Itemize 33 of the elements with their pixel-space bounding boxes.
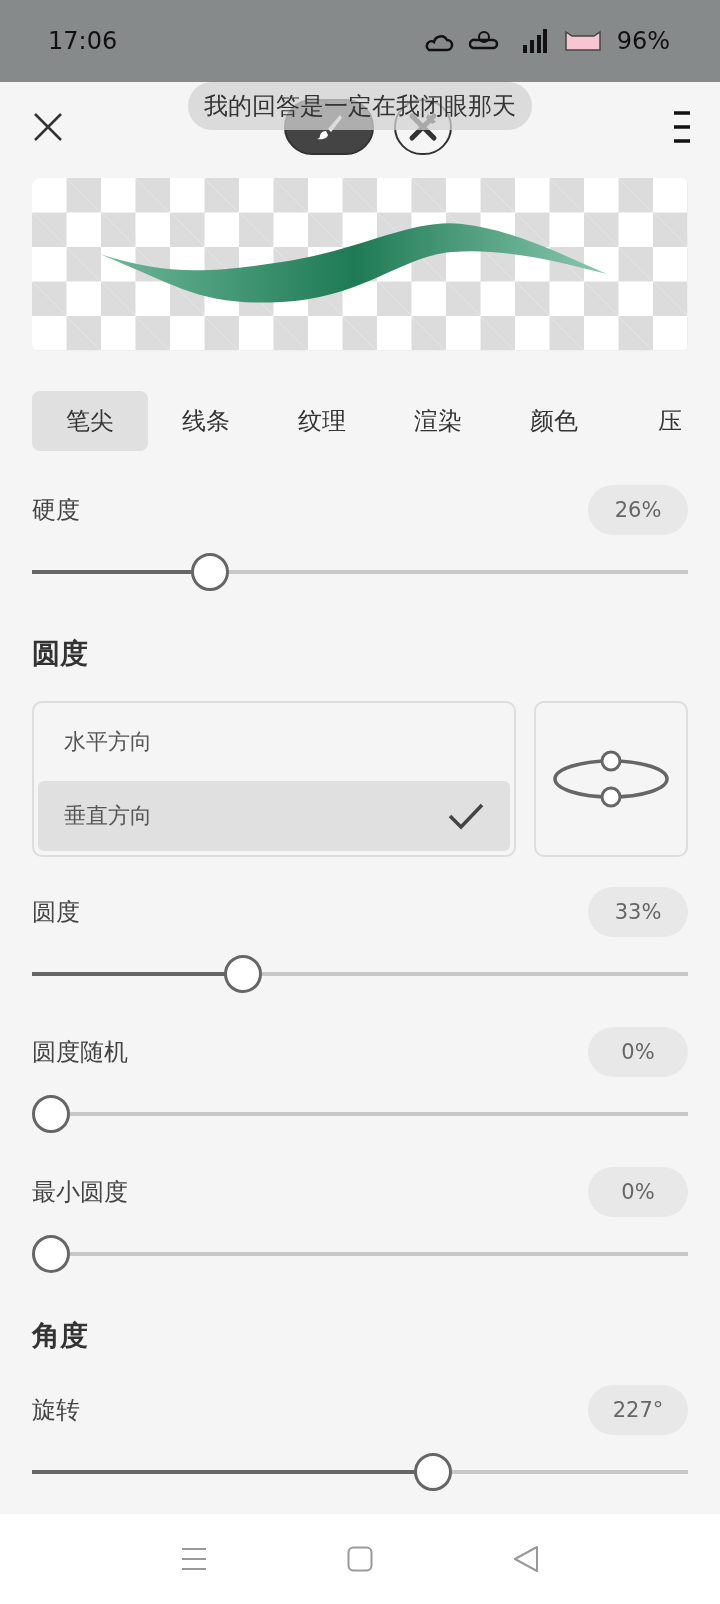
value-readout: 26% (588, 485, 688, 535)
section-heading: 圆度 (32, 636, 89, 672)
slider-thumb[interactable] (191, 553, 230, 591)
back-nav-icon[interactable] (513, 1545, 539, 1573)
settings-tab[interactable]: 颜色 (496, 391, 612, 451)
orientation-option[interactable]: 水平方向 (38, 707, 510, 777)
value-readout: 227° (588, 1385, 688, 1435)
section-heading: 角度 (32, 1318, 89, 1354)
slider-thumb[interactable] (223, 955, 262, 993)
slider-thumb[interactable] (32, 1095, 70, 1133)
slider-thumb[interactable] (414, 1453, 453, 1491)
setting-label: 最小圆度 (32, 1177, 128, 1208)
value-readout: 0% (588, 1027, 688, 1077)
value-readout: 0% (588, 1167, 688, 1217)
settings-tab[interactable]: 笔尖 (32, 391, 148, 451)
menu-nav-icon[interactable] (181, 1547, 207, 1571)
battery-percent: 96% (616, 27, 670, 55)
roundness-shape-box[interactable] (534, 701, 688, 857)
clock: 17:06 (48, 27, 118, 55)
slider-thumb[interactable] (32, 1235, 70, 1273)
lyrics-toast: 我的回答是一定在我闭眼那天 (188, 82, 532, 130)
setting-label: 圆度 (32, 897, 80, 928)
setting-label: 旋转 (32, 1395, 80, 1426)
settings-tab[interactable]: 纹理 (264, 391, 380, 451)
orientation-option[interactable]: 垂直方向 (38, 781, 510, 851)
home-nav-icon[interactable] (347, 1546, 373, 1572)
check-icon (448, 802, 484, 830)
setting-label: 圆度随机 (32, 1037, 128, 1068)
settings-tab[interactable]: 压 (612, 391, 720, 451)
value-readout: 33% (588, 887, 688, 937)
settings-tab[interactable]: 线条 (148, 391, 264, 451)
settings-tab[interactable]: 渲染 (380, 391, 496, 451)
setting-label: 硬度 (32, 495, 80, 526)
